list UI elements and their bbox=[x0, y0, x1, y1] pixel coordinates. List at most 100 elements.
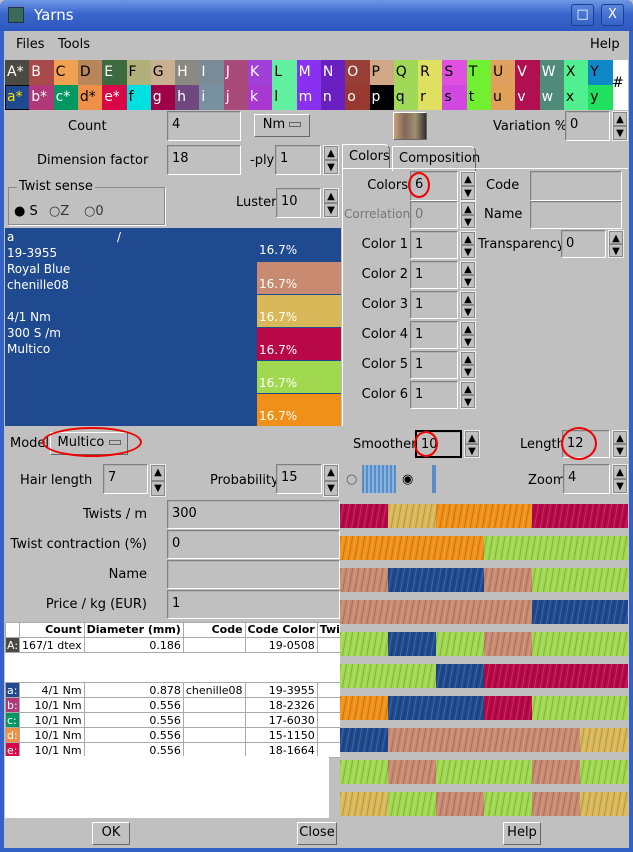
palette-color-w-upper[interactable]: W bbox=[539, 60, 565, 85]
hair-length-input[interactable]: 7 bbox=[103, 464, 148, 494]
palette-hash[interactable]: # bbox=[612, 75, 624, 91]
ok-button[interactable]: OK bbox=[92, 822, 130, 845]
up-arrow-icon[interactable]: ▲ bbox=[461, 292, 475, 305]
down-arrow-icon[interactable]: ▼ bbox=[324, 203, 338, 217]
color-row-input[interactable]: 1 bbox=[410, 231, 458, 259]
up-arrow-icon[interactable]: ▲ bbox=[461, 382, 475, 395]
correlation-spinner[interactable]: ▲ ▼ bbox=[460, 201, 476, 229]
close-window-button[interactable]: X bbox=[601, 4, 624, 26]
palette-color-b[interactable]: b* bbox=[29, 85, 55, 110]
palette-color-c[interactable]: c* bbox=[53, 85, 79, 110]
ply-input[interactable]: 1 bbox=[275, 145, 321, 175]
palette-color-x[interactable]: x bbox=[563, 85, 589, 110]
down-arrow-icon[interactable]: ▼ bbox=[461, 186, 475, 200]
palette-color-f-upper[interactable]: F bbox=[126, 60, 152, 85]
table-header[interactable]: Diameter (mm) bbox=[83, 622, 184, 638]
color-row-input[interactable]: 1 bbox=[410, 381, 458, 409]
row-key[interactable]: b: bbox=[4, 697, 21, 713]
view-radio-fibers[interactable]: ○ bbox=[346, 472, 357, 487]
down-arrow-icon[interactable]: ▼ bbox=[461, 245, 475, 258]
param-input[interactable]: 1 bbox=[167, 590, 340, 619]
down-arrow-icon[interactable]: ▼ bbox=[461, 335, 475, 348]
down-arrow-icon[interactable]: ▼ bbox=[461, 365, 475, 378]
up-arrow-icon[interactable]: ▲ bbox=[461, 232, 475, 245]
menu-help[interactable]: Help bbox=[590, 37, 620, 52]
palette-color-c-upper[interactable]: C bbox=[53, 60, 79, 85]
up-arrow-icon[interactable]: ▲ bbox=[613, 112, 627, 126]
palette-color-d-upper[interactable]: D bbox=[77, 60, 103, 85]
twist-radio-z[interactable]: ○Z bbox=[49, 204, 69, 219]
table-header[interactable]: Code Color bbox=[244, 622, 318, 638]
palette-color-k-upper[interactable]: K bbox=[248, 60, 273, 85]
palette-color-s-upper[interactable]: S bbox=[442, 60, 468, 85]
palette-color-h-upper[interactable]: H bbox=[175, 60, 201, 85]
maximize-button[interactable]: □ bbox=[571, 4, 594, 26]
row-key[interactable]: d: bbox=[4, 727, 21, 743]
color-row-input[interactable]: 1 bbox=[410, 351, 458, 379]
variation-input[interactable]: 0 bbox=[565, 111, 610, 141]
palette-color-p[interactable]: p bbox=[369, 85, 395, 110]
down-arrow-icon[interactable]: ▼ bbox=[613, 444, 627, 457]
correlation-input[interactable]: 0 bbox=[410, 201, 458, 229]
color-row-input[interactable]: 1 bbox=[410, 261, 458, 289]
row-key[interactable]: a: bbox=[4, 682, 21, 698]
up-arrow-icon[interactable]: ▲ bbox=[461, 262, 475, 275]
palette-color-g[interactable]: g bbox=[150, 85, 176, 110]
palette-color-m[interactable]: m bbox=[296, 85, 322, 110]
palette-color-u-upper[interactable]: U bbox=[491, 60, 516, 85]
palette-color-y[interactable]: y bbox=[588, 85, 614, 110]
palette-color-u[interactable]: u bbox=[491, 85, 516, 110]
dimension-input[interactable]: 18 bbox=[167, 145, 241, 175]
palette-color-e[interactable]: e* bbox=[102, 85, 128, 110]
down-arrow-icon[interactable]: ▼ bbox=[613, 479, 627, 493]
twist-radio-0[interactable]: ○0 bbox=[84, 204, 104, 219]
count-input[interactable]: 4 bbox=[167, 111, 241, 141]
up-arrow-icon[interactable]: ▲ bbox=[461, 202, 475, 215]
palette-color-i-upper[interactable]: I bbox=[199, 60, 225, 85]
menu-tools[interactable]: Tools bbox=[58, 37, 90, 52]
row-key[interactable]: A: bbox=[4, 637, 21, 653]
ply-spinner[interactable]: ▲ ▼ bbox=[323, 145, 339, 175]
palette-color-f[interactable]: f bbox=[126, 85, 152, 110]
texture-icon-button[interactable] bbox=[393, 112, 427, 140]
variation-spinner[interactable]: ▲ ▼ bbox=[612, 111, 628, 141]
palette-color-x-upper[interactable]: X bbox=[563, 60, 589, 85]
palette-color-v-upper[interactable]: V bbox=[515, 60, 541, 85]
palette-color-d[interactable]: d* bbox=[77, 85, 103, 110]
up-arrow-icon[interactable]: ▲ bbox=[324, 189, 338, 203]
palette-color-o-upper[interactable]: O bbox=[345, 60, 371, 85]
probability-input[interactable]: 15 bbox=[276, 464, 322, 494]
down-arrow-icon[interactable]: ▼ bbox=[613, 126, 627, 140]
color-row-input[interactable]: 1 bbox=[410, 291, 458, 319]
down-arrow-icon[interactable]: ▼ bbox=[609, 244, 623, 257]
palette-color-r[interactable]: r bbox=[418, 85, 444, 110]
code-input[interactable] bbox=[530, 171, 622, 201]
palette-color-l-upper[interactable]: L bbox=[272, 60, 298, 85]
color-row-spinner[interactable]: ▲ ▼ bbox=[460, 231, 476, 259]
up-arrow-icon[interactable]: ▲ bbox=[324, 465, 338, 481]
name-input[interactable] bbox=[530, 201, 622, 229]
down-arrow-icon[interactable]: ▼ bbox=[465, 444, 479, 457]
zoom-spinner[interactable]: ▲ ▼ bbox=[612, 464, 628, 494]
up-arrow-icon[interactable]: ▲ bbox=[324, 146, 338, 160]
palette-color-a[interactable]: a* bbox=[5, 85, 30, 110]
palette-color-o[interactable]: o bbox=[345, 85, 371, 110]
palette-color-n-upper[interactable]: N bbox=[320, 60, 346, 85]
zoom-input[interactable]: 4 bbox=[563, 464, 610, 494]
table-header[interactable]: Code bbox=[182, 622, 246, 638]
down-arrow-icon[interactable]: ▼ bbox=[461, 305, 475, 318]
hair-length-spinner[interactable]: ▲ ▼ bbox=[150, 464, 166, 497]
color-row-spinner[interactable]: ▲ ▼ bbox=[460, 381, 476, 409]
down-arrow-icon[interactable]: ▼ bbox=[461, 275, 475, 288]
palette-color-n[interactable]: n bbox=[320, 85, 346, 110]
down-arrow-icon[interactable]: ▼ bbox=[324, 160, 338, 174]
help-button[interactable]: Help bbox=[503, 822, 541, 845]
twist-radio-s[interactable]: ● S bbox=[14, 204, 38, 219]
color-row-spinner[interactable]: ▲ ▼ bbox=[460, 261, 476, 289]
palette-color-q-upper[interactable]: Q bbox=[393, 60, 419, 85]
palette-color-k[interactable]: k bbox=[248, 85, 273, 110]
down-arrow-icon[interactable]: ▼ bbox=[324, 480, 338, 496]
up-arrow-icon[interactable]: ▲ bbox=[151, 465, 165, 481]
up-arrow-icon[interactable]: ▲ bbox=[465, 431, 479, 444]
smoothen-spinner[interactable]: ▲ ▼ bbox=[464, 430, 480, 458]
